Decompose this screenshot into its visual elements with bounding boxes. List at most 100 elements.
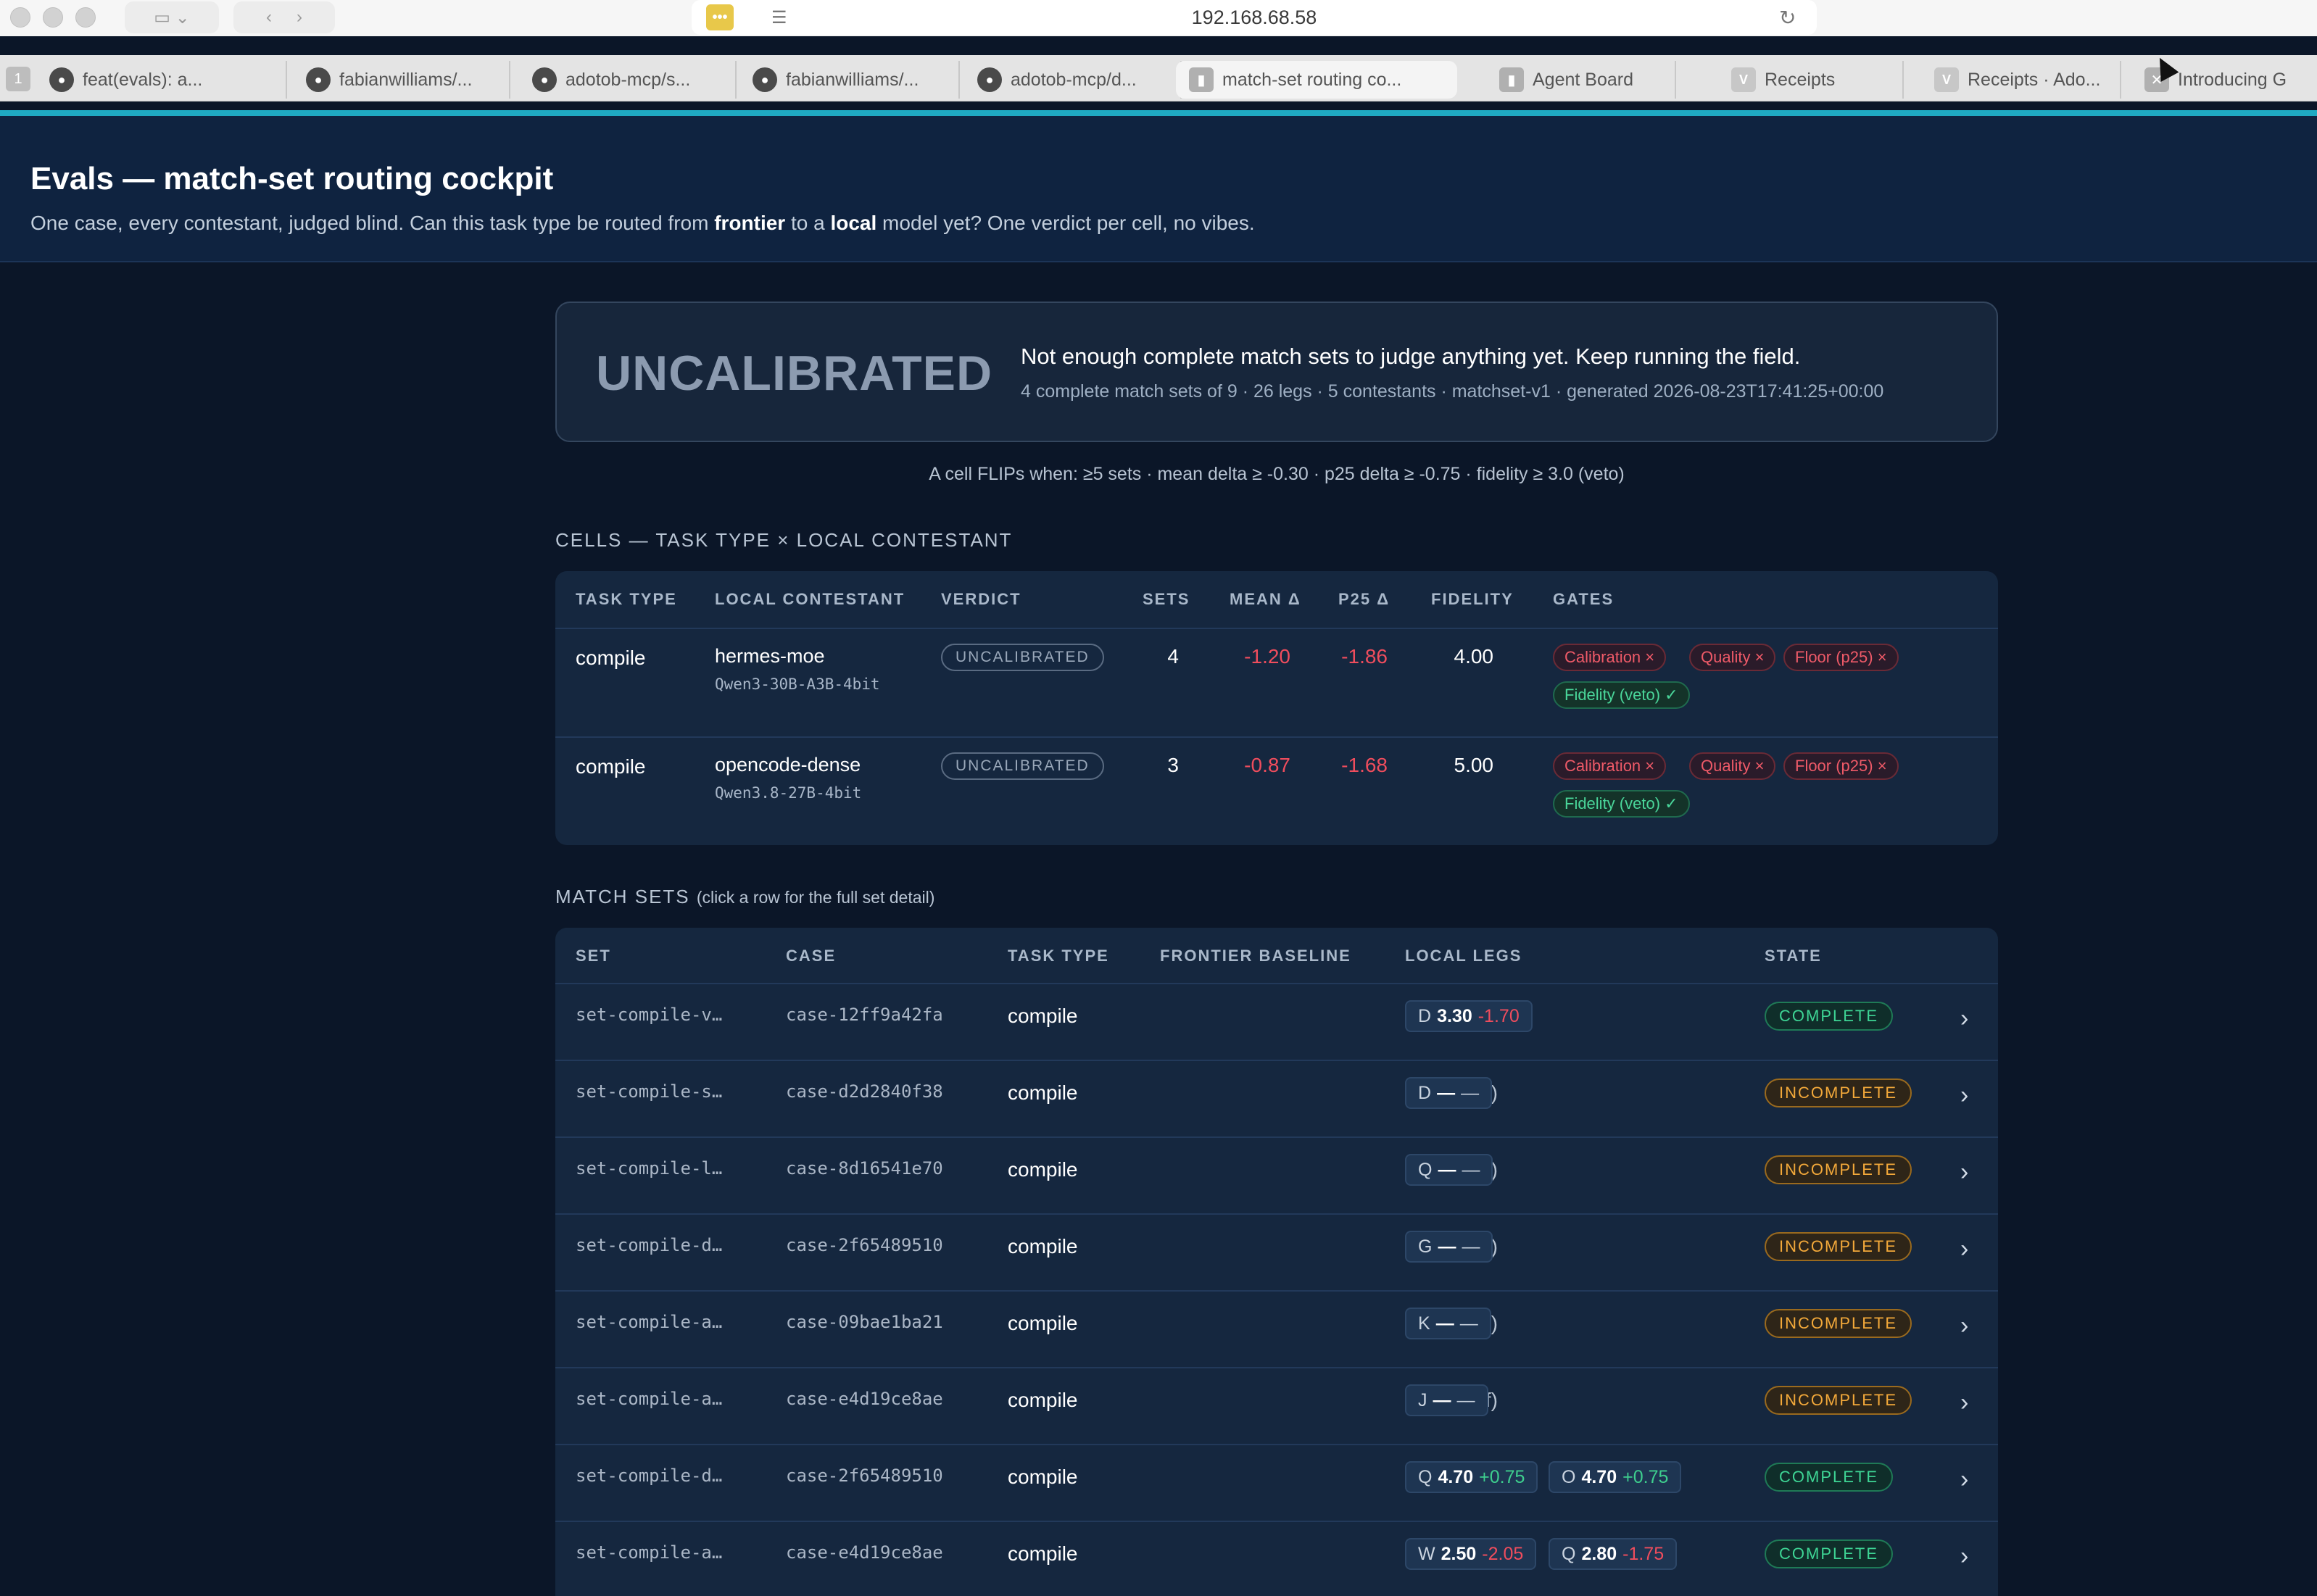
task-type: compile [576, 755, 646, 778]
browser-tab[interactable]: ● fabianwilliams/... [293, 61, 510, 99]
browser-tab[interactable]: ▮ match-set routing co... [1176, 61, 1457, 99]
leg-contestant-tag: Q [1418, 1159, 1433, 1180]
browser-tab[interactable]: ● fabianwilliams/... [739, 61, 960, 99]
leg-score: — [1437, 1082, 1456, 1103]
gate-badge: Floor (p25) × [1783, 752, 1899, 780]
leg-score: — [1433, 1389, 1451, 1410]
close-window-button[interactable] [10, 7, 30, 28]
chevron-right-icon[interactable]: › [1960, 1158, 1968, 1186]
leg-score: — [1435, 1313, 1454, 1334]
tab-label: Agent Board [1533, 69, 1633, 90]
zoom-window-button[interactable] [75, 7, 96, 28]
cells-column-header: LOCAL CONTESTANT [715, 590, 905, 608]
pinned-tab[interactable]: 1 [6, 67, 30, 91]
tab-label: Receipts [1765, 69, 1836, 90]
browser-tab[interactable]: V Receipts [1718, 61, 1904, 99]
sidebar-toggle-button[interactable]: ▭ ⌄ [125, 1, 219, 33]
window-controls [10, 7, 96, 28]
browser-tab[interactable]: V Receipts · Ado... [1921, 61, 2121, 99]
v-icon: V [1934, 67, 1959, 92]
set-task-type: compile [1008, 1235, 1078, 1258]
local-leg-chip: Q — — [1405, 1154, 1493, 1186]
leg-score: 4.70 [1438, 1466, 1474, 1487]
match-set-row[interactable]: set-compile-d…case-2f65489510compile3.95… [555, 1445, 1998, 1521]
local-contestant: hermes-moe [715, 645, 825, 667]
match-set-row[interactable]: set-compile-l…case-8d16541e70compile— (0… [555, 1138, 1998, 1213]
sets-count: 3 [1167, 754, 1179, 776]
chevron-right-icon[interactable]: › [1960, 1542, 1968, 1571]
match-set-row[interactable]: set-compile-s…case-d2d2840f38compile— (0… [555, 1061, 1998, 1136]
tab-label: match-set routing co... [1222, 69, 1402, 90]
accent-strip [0, 110, 2317, 116]
match-sets-table: SET CASE TASK TYPE FRONTIER BASELINE LOCAL L… [555, 928, 1998, 1596]
set-id: set-compile-s… [576, 1081, 723, 1102]
match-set-row[interactable]: set-compile-d…case-2f65489510compile— (0… [555, 1215, 1998, 1290]
state-badge: INCOMPLETE [1765, 1386, 1912, 1415]
set-task-type: compile [1008, 1389, 1078, 1411]
chevron-right-icon[interactable]: › [1960, 1389, 1968, 1417]
match-sets-hint: (click a row for the full set detail) [696, 888, 935, 907]
state-badge: INCOMPLETE [1765, 1232, 1912, 1261]
chevron-right-icon[interactable]: › [1960, 1312, 1968, 1340]
leg-delta: — [1462, 1236, 1480, 1257]
state-badge: COMPLETE [1765, 1463, 1894, 1492]
forward-icon[interactable]: › [297, 7, 302, 28]
address-bar[interactable]: ••• ☰ 192.168.68.58 ↻ [692, 0, 1817, 35]
github-icon: ● [753, 67, 777, 92]
leg-contestant-tag: G [1418, 1236, 1433, 1257]
leg-delta: — [1459, 1313, 1478, 1334]
back-icon[interactable]: ‹ [266, 7, 272, 28]
chevron-right-icon[interactable]: › [1960, 1235, 1968, 1263]
set-id: set-compile-a… [576, 1312, 723, 1332]
cells-column-header: P25 Δ [1338, 590, 1390, 608]
page-icon: ▮ [1499, 67, 1524, 92]
leg-delta: — [1461, 1082, 1480, 1103]
browser-tab[interactable]: ● adotob-mcp/s... [519, 61, 737, 99]
set-task-type: compile [1008, 1005, 1078, 1027]
leg-contestant-tag: Q [1562, 1543, 1576, 1564]
gate-badge: Fidelity (veto) ✓ [1553, 790, 1690, 818]
browser-tab[interactable]: ▮ Agent Board [1486, 61, 1676, 99]
reload-icon[interactable]: ↻ [1779, 6, 1801, 29]
gate-badge: Calibration × [1553, 644, 1667, 671]
page-title: Evals — match-set routing cockpit [30, 161, 554, 196]
match-set-row[interactable]: set-compile-a…case-e4d19ce8aecompile4.55… [555, 1522, 1998, 1596]
history-nav: ‹ › [233, 1, 335, 33]
case-id: case-e4d19ce8ae [786, 1389, 943, 1409]
browser-titlebar: ▭ ⌄ ‹ › ••• ☰ 192.168.68.58 ↻ [0, 0, 2317, 36]
cells-table: TASK TYPE LOCAL CONTESTANT VERDICT SETS MEAN… [555, 571, 1998, 845]
set-task-type: compile [1008, 1081, 1078, 1104]
set-task-type: compile [1008, 1312, 1078, 1334]
fidelity-score: 4.00 [1454, 645, 1494, 668]
leg-score: 2.80 [1581, 1543, 1617, 1564]
match-set-row[interactable]: set-compile-a…case-e4d19ce8aecompile— (0… [555, 1368, 1998, 1444]
sets-count: 4 [1167, 645, 1179, 668]
site-favicon-icon: ••• [706, 4, 734, 30]
browser-tab[interactable]: ● adotob-mcp/d... [964, 61, 1182, 99]
fidelity-score: 5.00 [1454, 754, 1494, 776]
match-set-row[interactable]: set-compile-v…case-12ff9a42facompile5.00… [555, 984, 1998, 1060]
leg-contestant-tag: J [1418, 1389, 1427, 1410]
chevron-right-icon[interactable]: › [1960, 1005, 1968, 1033]
minimize-window-button[interactable] [43, 7, 63, 28]
chevron-right-icon[interactable]: › [1960, 1081, 1968, 1110]
cells-column-header: GATES [1553, 590, 1615, 608]
match-set-row[interactable]: set-compile-a…case-09bae1ba21compile— (0… [555, 1292, 1998, 1367]
p25-delta: -1.86 [1341, 645, 1388, 668]
leg-delta: -1.70 [1477, 1005, 1520, 1026]
local-leg-chip: Q 4.70 +0.75 [1405, 1461, 1538, 1493]
tab-label: adotob-mcp/d... [1011, 69, 1137, 90]
sets-column-header: SET [576, 947, 611, 965]
gate-badge: Calibration × [1553, 752, 1667, 780]
leg-contestant-tag: D [1418, 1082, 1432, 1103]
browser-tab[interactable]: ● feat(evals): a... [36, 61, 287, 99]
github-icon: ● [977, 67, 1002, 92]
local-contestant: opencode-dense [715, 754, 861, 776]
mean-delta: -0.87 [1244, 754, 1290, 776]
chevron-right-icon[interactable]: › [1960, 1466, 1968, 1494]
set-task-type: compile [1008, 1158, 1078, 1181]
reader-icon[interactable]: ☰ [771, 7, 792, 28]
local-leg-chip: J — — [1405, 1384, 1488, 1416]
verdict-meta: 4 complete match sets of 9 · 26 legs · 5… [1021, 381, 1884, 402]
verdict-message: Not enough complete match sets to judge … [1021, 344, 1801, 369]
